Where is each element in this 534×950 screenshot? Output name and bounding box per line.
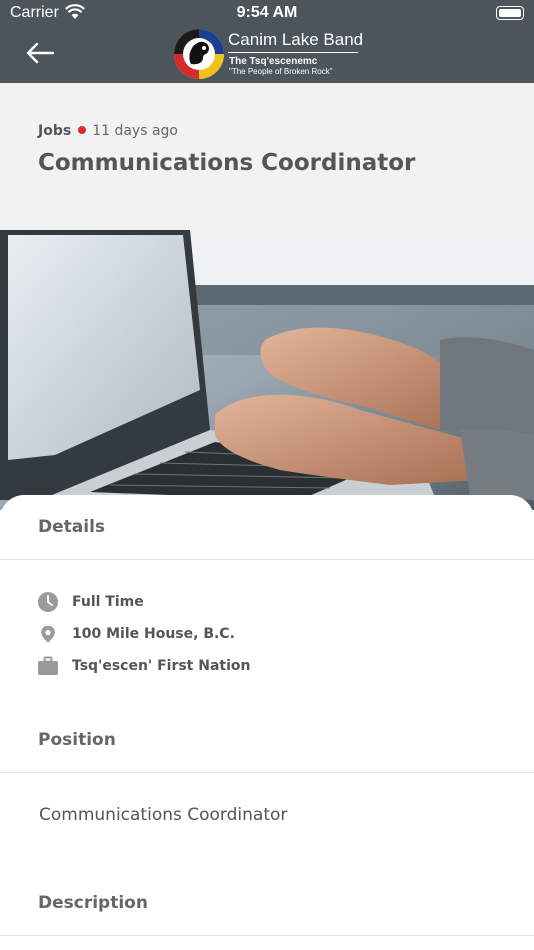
description-heading: Description [38,893,148,913]
battery-icon [496,6,524,20]
page-title: Communications Coordinator [38,150,416,176]
detail-text: 100 Mile House, B.C. [72,626,235,642]
detail-text: Tsq'escen' First Nation [72,658,251,674]
brand-divider [228,52,358,53]
location-pin-icon [41,625,55,643]
status-bar: Carrier 9:54 AM [0,0,534,26]
canim-lake-band-logo [174,29,224,79]
position-heading: Position [38,730,116,750]
briefcase-icon [38,656,58,675]
job-meta: Jobs 11 days ago [38,123,178,139]
back-arrow-icon[interactable] [26,42,54,64]
details-heading: Details [38,517,106,537]
brand-tagline: "The People of Broken Rock" [229,67,333,76]
position-text: Communications Coordinator [39,805,288,825]
status-time: 9:54 AM [236,4,298,21]
divider [0,559,534,560]
divider [0,935,534,936]
detail-text: Full Time [72,594,144,610]
brand-subtitle: The Tsq'escenemc [229,56,318,67]
details-card [0,495,534,950]
separator-dot [78,126,87,134]
hero-image-laptop-typing [0,230,534,510]
brand-name: Canim Lake Band [228,30,364,49]
app-header: Carrier 9:54 AM Canim Lake Band The Tsq'… [0,0,534,83]
job-category[interactable]: Jobs [38,123,71,139]
clock-icon [38,592,58,612]
divider [0,772,534,773]
posted-time: 11 days ago [92,123,178,139]
